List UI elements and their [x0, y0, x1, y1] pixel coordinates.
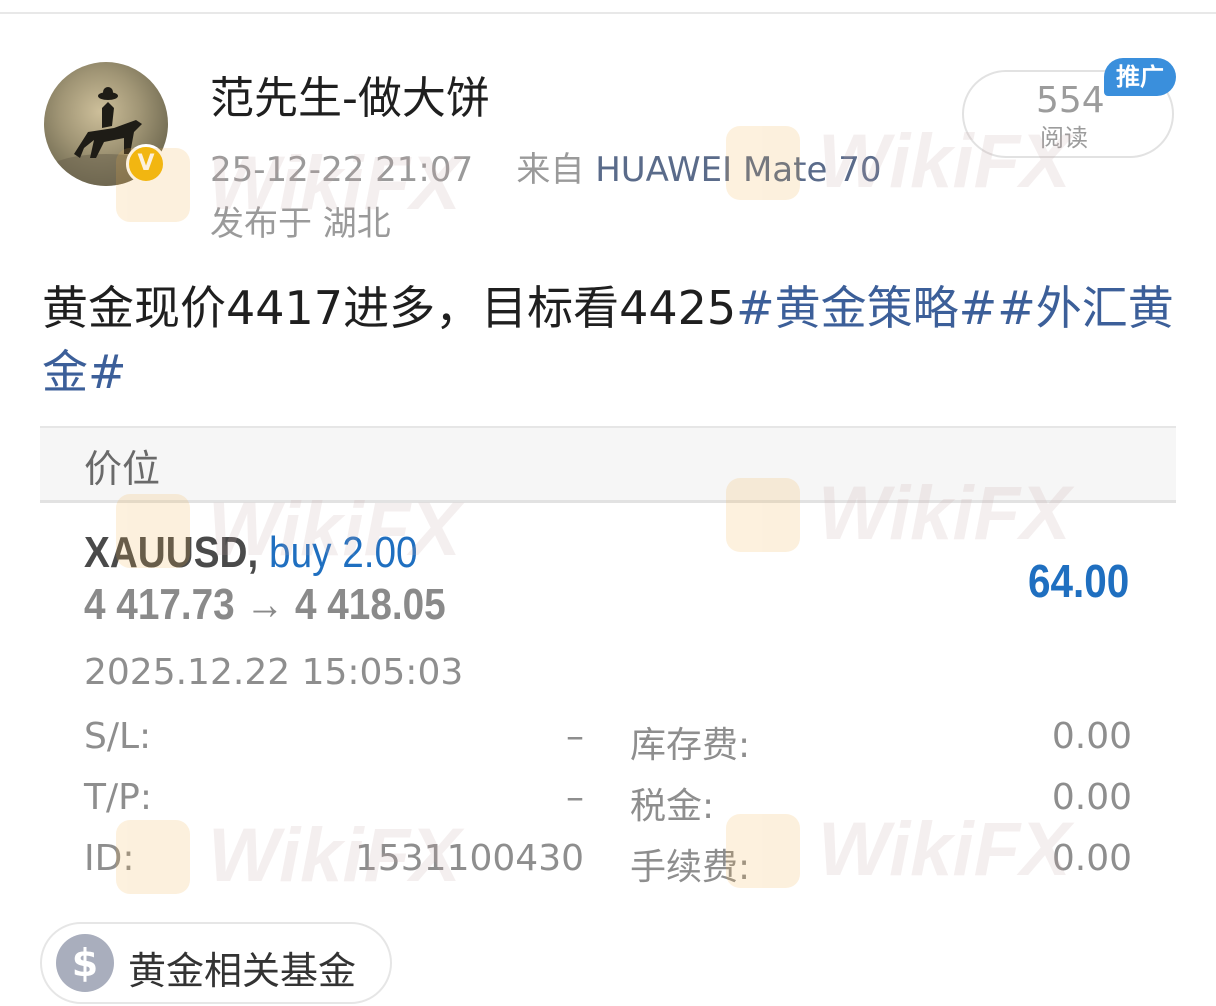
- swap-label: 库存费:: [630, 725, 751, 766]
- id-label: ID:: [84, 838, 135, 879]
- arrow-right-icon: →: [245, 580, 285, 629]
- id-value: 1531100430: [354, 838, 584, 879]
- trade-symbol: XAUUSD,: [84, 528, 259, 577]
- card-divider: [40, 500, 1176, 503]
- from-prefix: 来自: [516, 150, 585, 190]
- commission-value: 0.00: [1051, 838, 1132, 879]
- hashtag-gold-strategy[interactable]: #黄金策略#: [736, 281, 997, 335]
- sl-label: S/L:: [84, 716, 152, 757]
- tp-value: –: [566, 777, 584, 818]
- post-body: 黄金现价4417进多，目标看4425#黄金策略##外汇黄金#: [42, 276, 1182, 404]
- trade-side: buy 2.00: [269, 528, 418, 577]
- trade-datetime: 2025.12.22 15:05:03: [84, 652, 464, 693]
- top-divider: [0, 12, 1216, 14]
- commission-label: 手续费:: [630, 847, 751, 888]
- price-close: 4 418.05: [294, 580, 446, 629]
- post-meta: 25-12-22 21:07 来自 HUAWEI Mate 70: [210, 142, 881, 191]
- swap-value: 0.00: [1051, 716, 1132, 757]
- author-name[interactable]: 范先生-做大饼: [210, 62, 490, 126]
- dollar-icon: $: [56, 934, 114, 992]
- promo-badge: 推广: [1104, 58, 1176, 96]
- sl-value: –: [566, 716, 584, 757]
- trade-symbol-line: XAUUSD, buy 2.00: [84, 528, 418, 578]
- post-timestamp: 25-12-22 21:07: [210, 150, 474, 190]
- post-page: V 范先生-做大饼 25-12-22 21:07 来自 HUAWEI Mate …: [0, 0, 1216, 1006]
- reads-count: 554: [1036, 80, 1105, 121]
- trade-profit: 64.00: [1028, 555, 1130, 607]
- device-link[interactable]: HUAWEI Mate 70: [595, 150, 881, 190]
- price-open: 4 417.73: [84, 580, 235, 629]
- trade-card-header: [40, 428, 1176, 500]
- tp-label: T/P:: [84, 777, 152, 818]
- tax-value: 0.00: [1051, 777, 1132, 818]
- verified-icon: V: [126, 144, 166, 184]
- trade-price-line: 4 417.73 → 4 418.05: [84, 580, 446, 630]
- related-fund-label[interactable]: 黄金相关基金: [128, 940, 356, 995]
- tax-label: 税金:: [630, 786, 715, 827]
- post-location: 发布于 湖北: [210, 204, 391, 244]
- post-text: 黄金现价4417进多，目标看4425: [42, 281, 737, 335]
- trade-card-title: 价位: [84, 447, 161, 491]
- reads-label: 阅读: [1040, 124, 1088, 152]
